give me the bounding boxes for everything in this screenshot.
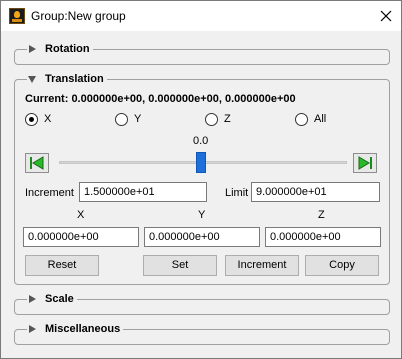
rotation-section-header[interactable]: Rotation [27, 41, 93, 57]
radio-label: Y [134, 113, 142, 125]
slider-value-label: 0.0 [193, 135, 209, 147]
radio-indicator [115, 112, 128, 126]
scale-section-label: Scale [45, 293, 74, 305]
limit-field[interactable] [251, 182, 380, 202]
translation-section-label: Translation [45, 73, 104, 85]
limit-label: Limit [225, 187, 249, 199]
copy-button[interactable]: Copy [305, 255, 379, 276]
radio-indicator [25, 112, 38, 126]
step-back-button[interactable] [25, 153, 49, 173]
coord-header-x: X [77, 209, 85, 221]
coord-z-field[interactable] [265, 227, 381, 247]
rotation-section-label: Rotation [45, 43, 90, 55]
chevron-right-icon [29, 295, 36, 303]
dialog-window: Group:New group Rotation Translation Cur… [0, 0, 402, 359]
set-button[interactable]: Set [143, 255, 217, 276]
chevron-right-icon [29, 45, 36, 53]
radio-label: All [314, 113, 327, 125]
axis-radio-z[interactable]: Z [205, 111, 231, 127]
scale-section-header[interactable]: Scale [27, 291, 77, 307]
window-title: Group:New group [31, 9, 126, 23]
chevron-right-icon [29, 325, 36, 333]
app-icon-base [12, 19, 22, 22]
increment-field[interactable] [79, 182, 207, 202]
coord-header-y: Y [198, 209, 206, 221]
increment-label: Increment [25, 187, 74, 199]
miscellaneous-section-header[interactable]: Miscellaneous [27, 321, 124, 337]
axis-radio-all[interactable]: All [295, 111, 326, 127]
axis-radio-x[interactable]: X [25, 111, 51, 127]
close-button[interactable] [371, 1, 401, 31]
radio-indicator [295, 112, 308, 126]
chevron-down-icon [28, 76, 36, 83]
coord-header-z: Z [318, 209, 325, 221]
miscellaneous-section-label: Miscellaneous [45, 323, 121, 335]
close-icon [380, 10, 392, 22]
step-back-icon [30, 156, 44, 170]
radio-indicator [205, 112, 218, 126]
radio-label: X [44, 113, 52, 125]
title-bar: Group:New group [1, 1, 401, 31]
step-forward-icon [358, 156, 372, 170]
axis-radio-y[interactable]: Y [115, 111, 141, 127]
step-forward-button[interactable] [353, 153, 377, 173]
increment-button[interactable]: Increment [225, 255, 299, 276]
coord-x-field[interactable] [23, 227, 139, 247]
app-icon [9, 8, 25, 24]
reset-button[interactable]: Reset [25, 255, 99, 276]
app-icon-flame [14, 11, 20, 18]
radio-label: Z [224, 113, 231, 125]
translation-slider-thumb[interactable] [196, 152, 206, 173]
current-translation-readout: Current: 0.000000e+00, 0.000000e+00, 0.0… [25, 93, 296, 105]
translation-section-header[interactable]: Translation [27, 71, 107, 87]
coord-y-field[interactable] [144, 227, 260, 247]
